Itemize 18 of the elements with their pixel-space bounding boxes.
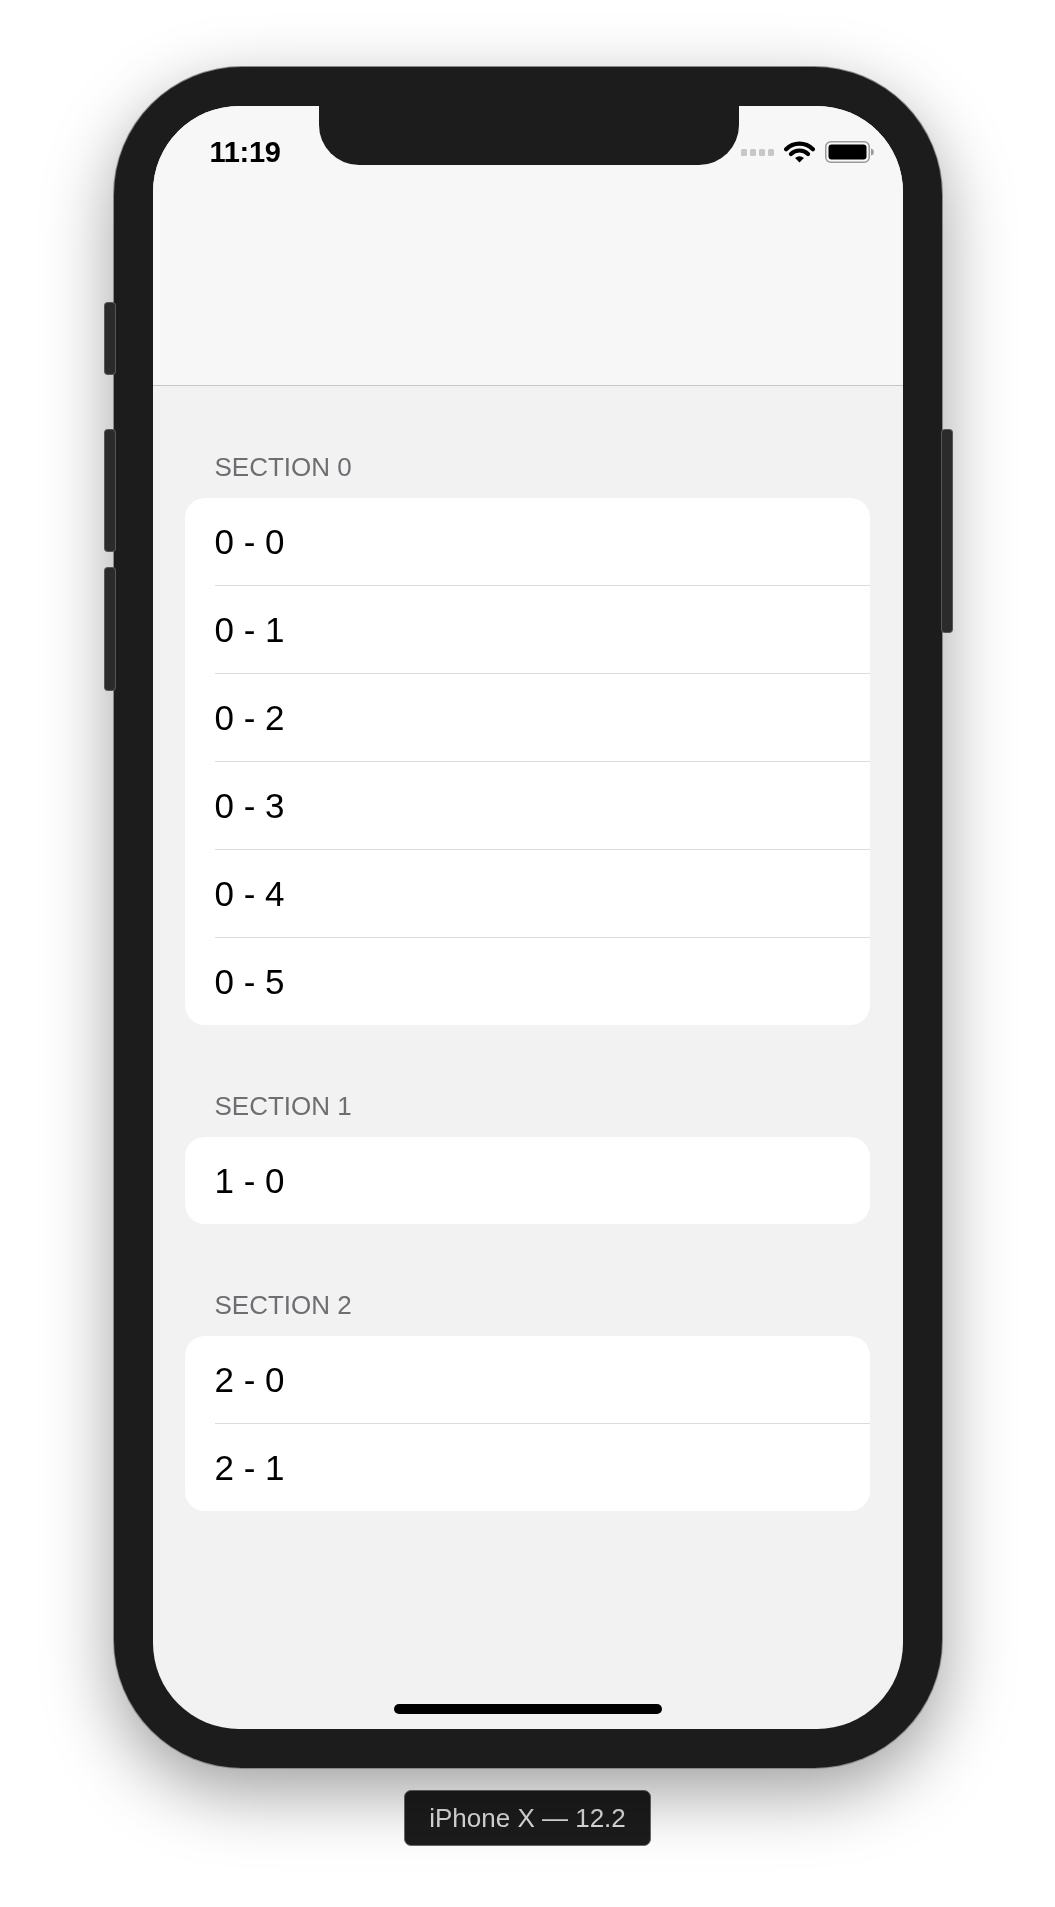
section-header: SECTION 0 [213, 452, 353, 482]
section-header: SECTION 2 [213, 1290, 353, 1320]
list-item[interactable]: 1 - 0 [184, 1137, 870, 1224]
signal-icon [740, 148, 774, 156]
device-label: iPhone X — 12.2 [404, 1790, 651, 1846]
section-header: SECTION 1 [213, 1091, 353, 1121]
list-item[interactable]: 0 - 3 [184, 762, 870, 849]
list-item[interactable]: 2 - 1 [184, 1424, 870, 1511]
phone-side-key [104, 303, 115, 374]
wifi-icon [783, 141, 815, 163]
list-item[interactable]: 0 - 0 [184, 498, 870, 585]
status-time: 11:19 [209, 135, 281, 169]
battery-icon [824, 141, 874, 163]
list-item[interactable]: 0 - 1 [184, 586, 870, 673]
list-item[interactable]: 2 - 0 [184, 1336, 870, 1423]
list-item[interactable]: 0 - 2 [184, 674, 870, 761]
list-item[interactable]: 0 - 4 [184, 850, 870, 937]
list-item[interactable]: 0 - 5 [184, 938, 870, 1025]
